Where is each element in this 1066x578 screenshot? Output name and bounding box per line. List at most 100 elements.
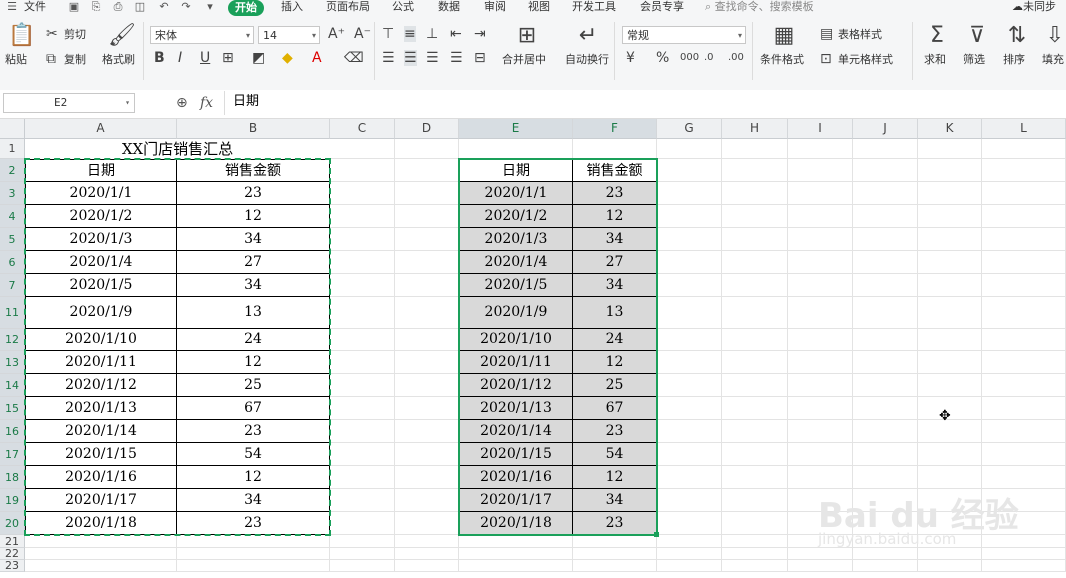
- fill-style-icon[interactable]: ◩: [252, 50, 265, 66]
- cell[interactable]: [657, 466, 722, 489]
- cell[interactable]: [982, 297, 1066, 329]
- cell[interactable]: [395, 374, 459, 397]
- cell[interactable]: [395, 139, 459, 159]
- cell[interactable]: [657, 420, 722, 443]
- cell[interactable]: [722, 351, 788, 374]
- pasted-table-data-cell[interactable]: 67: [573, 397, 657, 420]
- cell[interactable]: [330, 512, 395, 535]
- column-header-j[interactable]: J: [853, 119, 918, 139]
- cell[interactable]: [982, 466, 1066, 489]
- menu-insert[interactable]: 插入: [281, 0, 303, 16]
- undo-icon[interactable]: ↶: [158, 1, 170, 13]
- source-table-data-cell[interactable]: 2020/1/5: [25, 274, 177, 297]
- cell[interactable]: [982, 251, 1066, 274]
- cell[interactable]: [853, 205, 918, 228]
- filter-button[interactable]: 筛选: [963, 53, 985, 67]
- cell[interactable]: [657, 182, 722, 205]
- source-table-data-cell[interactable]: 34: [177, 489, 330, 512]
- percent-icon[interactable]: %: [656, 50, 669, 66]
- pasted-table-data-cell[interactable]: 13: [573, 297, 657, 329]
- cell[interactable]: [722, 374, 788, 397]
- cell[interactable]: [982, 139, 1066, 159]
- cell[interactable]: [657, 297, 722, 329]
- cell[interactable]: [722, 159, 788, 182]
- cell[interactable]: [918, 374, 982, 397]
- menu-home[interactable]: 开始: [228, 0, 264, 16]
- source-table-data-cell[interactable]: 54: [177, 443, 330, 466]
- cell[interactable]: [788, 397, 853, 420]
- pasted-table-data-cell[interactable]: 2020/1/3: [459, 228, 573, 251]
- cell[interactable]: [853, 443, 918, 466]
- sort-button[interactable]: 排序: [1003, 53, 1025, 67]
- cell[interactable]: [722, 228, 788, 251]
- cell[interactable]: [573, 535, 657, 548]
- menu-view[interactable]: 视图: [528, 0, 550, 16]
- source-table-data-cell[interactable]: 34: [177, 228, 330, 251]
- row-header[interactable]: 18: [0, 466, 25, 489]
- cell[interactable]: [657, 228, 722, 251]
- cell[interactable]: [395, 466, 459, 489]
- select-all-corner[interactable]: [0, 119, 25, 139]
- row-header[interactable]: 15: [0, 397, 25, 420]
- column-header-l[interactable]: L: [982, 119, 1066, 139]
- font-shrink-icon[interactable]: A⁻: [354, 26, 371, 42]
- cell[interactable]: [982, 420, 1066, 443]
- cell[interactable]: [459, 535, 573, 548]
- cell[interactable]: [788, 205, 853, 228]
- row-header[interactable]: 1: [0, 139, 25, 159]
- cell[interactable]: [918, 139, 982, 159]
- wrap-text-button[interactable]: 自动换行: [565, 53, 609, 67]
- conditional-format-icon[interactable]: ▦: [772, 24, 796, 48]
- source-table-data-cell[interactable]: 2020/1/12: [25, 374, 177, 397]
- source-table-data-cell[interactable]: 24: [177, 329, 330, 351]
- cell[interactable]: [330, 548, 395, 560]
- cell[interactable]: [395, 205, 459, 228]
- pasted-table-data-cell[interactable]: 12: [573, 205, 657, 228]
- cell[interactable]: [853, 420, 918, 443]
- menu-member[interactable]: 会员专享: [640, 0, 684, 16]
- pasted-table-data-cell[interactable]: 2020/1/2: [459, 205, 573, 228]
- source-table-data-cell[interactable]: 2020/1/4: [25, 251, 177, 274]
- cell[interactable]: [722, 489, 788, 512]
- pasted-table-data-cell[interactable]: 2020/1/10: [459, 329, 573, 351]
- pasted-table-data-cell[interactable]: 23: [573, 182, 657, 205]
- cell[interactable]: [918, 548, 982, 560]
- cell[interactable]: [395, 535, 459, 548]
- cell[interactable]: [918, 466, 982, 489]
- conditional-format-button[interactable]: 条件格式: [760, 53, 804, 67]
- cell[interactable]: [982, 329, 1066, 351]
- bold-icon[interactable]: B: [154, 50, 165, 66]
- pasted-table-data-cell[interactable]: 27: [573, 251, 657, 274]
- row-header[interactable]: 7: [0, 274, 25, 297]
- cell[interactable]: [657, 139, 722, 159]
- indent-increase-icon[interactable]: ⇥: [474, 26, 486, 42]
- source-table-header-cell[interactable]: 日期: [25, 159, 177, 182]
- cell[interactable]: [657, 205, 722, 228]
- cell[interactable]: [788, 466, 853, 489]
- cell[interactable]: [330, 443, 395, 466]
- indent-decrease-icon[interactable]: ⇤: [450, 26, 462, 42]
- cell[interactable]: [657, 251, 722, 274]
- source-table-data-cell[interactable]: 13: [177, 297, 330, 329]
- source-table-data-cell[interactable]: 12: [177, 466, 330, 489]
- cell[interactable]: [395, 351, 459, 374]
- cell[interactable]: [395, 397, 459, 420]
- cell[interactable]: [573, 560, 657, 572]
- filter-icon[interactable]: ⊽: [966, 24, 988, 48]
- cut-button[interactable]: 剪切: [64, 28, 86, 42]
- cell[interactable]: [177, 548, 330, 560]
- cell[interactable]: [788, 251, 853, 274]
- cell[interactable]: [918, 251, 982, 274]
- format-painter-icon[interactable]: 🖌: [108, 24, 136, 48]
- column-header-c[interactable]: C: [330, 119, 395, 139]
- pasted-table-data-cell[interactable]: 2020/1/9: [459, 297, 573, 329]
- cell[interactable]: [853, 228, 918, 251]
- row-header[interactable]: 14: [0, 374, 25, 397]
- cell[interactable]: [330, 535, 395, 548]
- cell[interactable]: [330, 466, 395, 489]
- cell[interactable]: [853, 139, 918, 159]
- source-table-header-cell[interactable]: 销售金额: [177, 159, 330, 182]
- command-search[interactable]: ⌕ 查找命令、搜索模板: [705, 0, 814, 14]
- source-table-data-cell[interactable]: 12: [177, 205, 330, 228]
- fill-color-icon[interactable]: ◆: [282, 50, 293, 66]
